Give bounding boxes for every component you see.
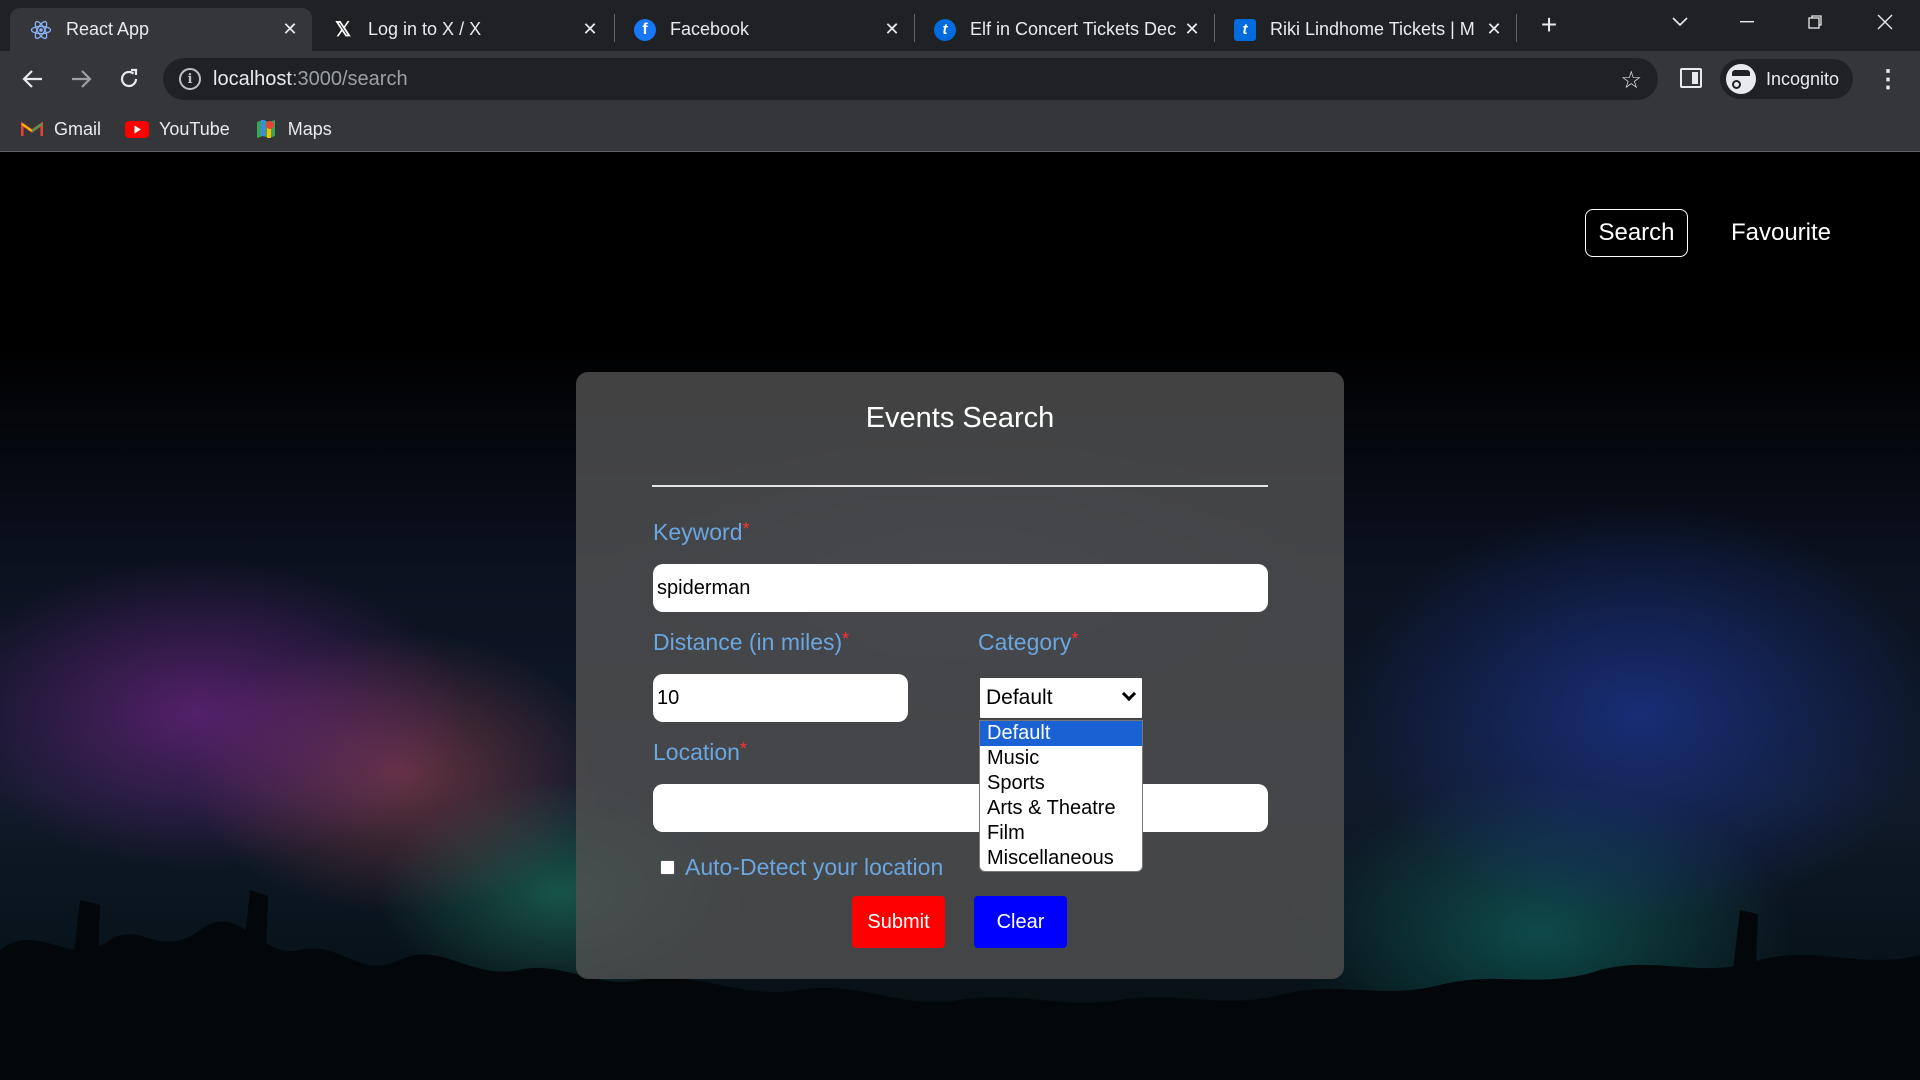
youtube-icon — [125, 119, 150, 139]
bookmarks-bar: Gmail YouTube Maps — [0, 107, 1920, 152]
tab-title: React App — [66, 19, 150, 39]
url-host: localhost — [213, 68, 292, 90]
back-icon[interactable] — [18, 64, 48, 94]
chevron-down-icon — [1121, 686, 1137, 702]
facebook-icon: f — [634, 18, 656, 41]
tab-title: Facebook — [670, 19, 750, 39]
tab-x-login[interactable]: 𝕏 Log in to X / X ✕ — [312, 8, 612, 51]
category-option-miscellaneous[interactable]: Miscellaneous — [980, 846, 1142, 871]
address-bar[interactable]: i localhost:3000/search ☆ — [163, 58, 1658, 100]
keyword-label: Keyword* — [653, 519, 750, 546]
side-panel-icon[interactable] — [1680, 68, 1702, 88]
autodetect-label[interactable]: Auto-Detect your location — [685, 854, 943, 881]
incognito-icon — [1726, 64, 1756, 94]
url-path: :3000/search — [291, 68, 408, 90]
menu-icon[interactable]: ⋮ — [1876, 65, 1900, 94]
minimize-icon[interactable] — [1727, 6, 1767, 38]
new-tab-icon[interactable]: + — [1534, 9, 1564, 40]
keyword-input[interactable]: spiderman — [653, 564, 1268, 612]
keyword-label-text: Keyword — [653, 519, 743, 545]
nav-search-link[interactable]: Search — [1585, 209, 1688, 257]
location-label-text: Location — [653, 739, 740, 765]
x-logo-icon: 𝕏 — [334, 19, 352, 41]
category-select[interactable]: Default — [979, 677, 1143, 719]
category-option-film[interactable]: Film — [980, 821, 1142, 846]
tab-title: Log in to X / X — [368, 19, 482, 39]
required-mark: * — [1071, 629, 1079, 649]
bookmark-youtube[interactable]: YouTube — [125, 119, 230, 140]
ticketmaster-icon: t — [934, 18, 956, 41]
form-title: Events Search — [865, 402, 1055, 434]
site-info-icon[interactable]: i — [179, 68, 201, 90]
autodetect-checkbox[interactable] — [660, 860, 675, 875]
events-search-card: Events Search Keyword* spiderman Distanc… — [576, 372, 1344, 979]
url-text: localhost:3000/search — [213, 68, 408, 91]
clear-button[interactable]: Clear — [974, 896, 1067, 948]
close-icon[interactable]: ✕ — [278, 18, 302, 42]
tab-riki-lindhome[interactable]: t Riki Lindhome Tickets | M ✕ — [1214, 8, 1516, 51]
window-close-icon[interactable] — [1865, 6, 1905, 38]
bookmark-label: Maps — [287, 118, 332, 139]
bookmark-star-icon[interactable]: ☆ — [1620, 66, 1642, 95]
category-label-text: Category — [978, 629, 1072, 655]
required-mark: * — [739, 739, 747, 759]
close-icon[interactable]: ✕ — [1180, 18, 1204, 42]
tab-title: Elf in Concert Tickets Dec — [970, 19, 1177, 39]
distance-input[interactable]: 10 — [653, 674, 908, 722]
tab-react-app[interactable]: React App ✕ — [10, 8, 312, 51]
submit-button[interactable]: Submit — [852, 896, 945, 948]
incognito-profile-button[interactable]: Incognito — [1720, 59, 1854, 99]
title-divider — [652, 485, 1268, 487]
distance-label: Distance (in miles)* — [653, 629, 849, 656]
reload-icon[interactable] — [114, 64, 144, 94]
required-mark: * — [742, 519, 750, 539]
close-icon[interactable]: ✕ — [880, 18, 904, 42]
autodetect-row: Auto-Detect your location — [660, 854, 943, 881]
tab-elf-concert[interactable]: t Elf in Concert Tickets Dec ✕ — [914, 8, 1214, 51]
browser-toolbar: i localhost:3000/search ☆ Incognito ⋮ — [0, 51, 1920, 107]
category-option-default[interactable]: Default — [980, 721, 1142, 746]
category-option-sports[interactable]: Sports — [980, 771, 1142, 796]
bookmark-label: Gmail — [54, 118, 102, 139]
nav-favourite-link[interactable]: Favourite — [1730, 209, 1832, 257]
category-dropdown-list: Default Music Sports Arts & Theatre Film… — [979, 720, 1143, 872]
forward-icon[interactable] — [66, 64, 96, 94]
page-viewport: Search Favourite Events Search Keyword* … — [0, 153, 1920, 1080]
category-label: Category* — [978, 629, 1078, 656]
close-icon[interactable]: ✕ — [1482, 18, 1506, 42]
ticketmaster-icon: t — [1234, 18, 1256, 41]
tab-facebook[interactable]: f Facebook ✕ — [614, 8, 914, 51]
category-option-arts-theatre[interactable]: Arts & Theatre — [980, 796, 1142, 821]
gmail-icon — [20, 119, 44, 139]
category-selected-value: Default — [986, 686, 1053, 709]
required-mark: * — [842, 629, 850, 649]
maps-icon — [254, 119, 278, 139]
tab-separator — [1516, 14, 1517, 42]
bookmark-label: YouTube — [159, 118, 230, 139]
tab-title: Riki Lindhome Tickets | M — [1270, 19, 1475, 39]
tab-search-icon[interactable] — [1660, 6, 1700, 38]
bookmark-gmail[interactable]: Gmail — [20, 119, 101, 140]
location-input[interactable] — [653, 784, 1268, 832]
restore-icon[interactable] — [1795, 6, 1835, 38]
distance-label-text: Distance (in miles) — [653, 629, 843, 655]
incognito-label: Incognito — [1766, 68, 1840, 89]
location-label: Location* — [653, 739, 747, 766]
close-icon[interactable]: ✕ — [578, 18, 602, 42]
browser-tabstrip: React App ✕ 𝕏 Log in to X / X ✕ f Facebo… — [0, 0, 1920, 51]
bookmark-maps[interactable]: Maps — [254, 119, 332, 140]
category-option-music[interactable]: Music — [980, 746, 1142, 771]
react-icon — [30, 19, 52, 41]
